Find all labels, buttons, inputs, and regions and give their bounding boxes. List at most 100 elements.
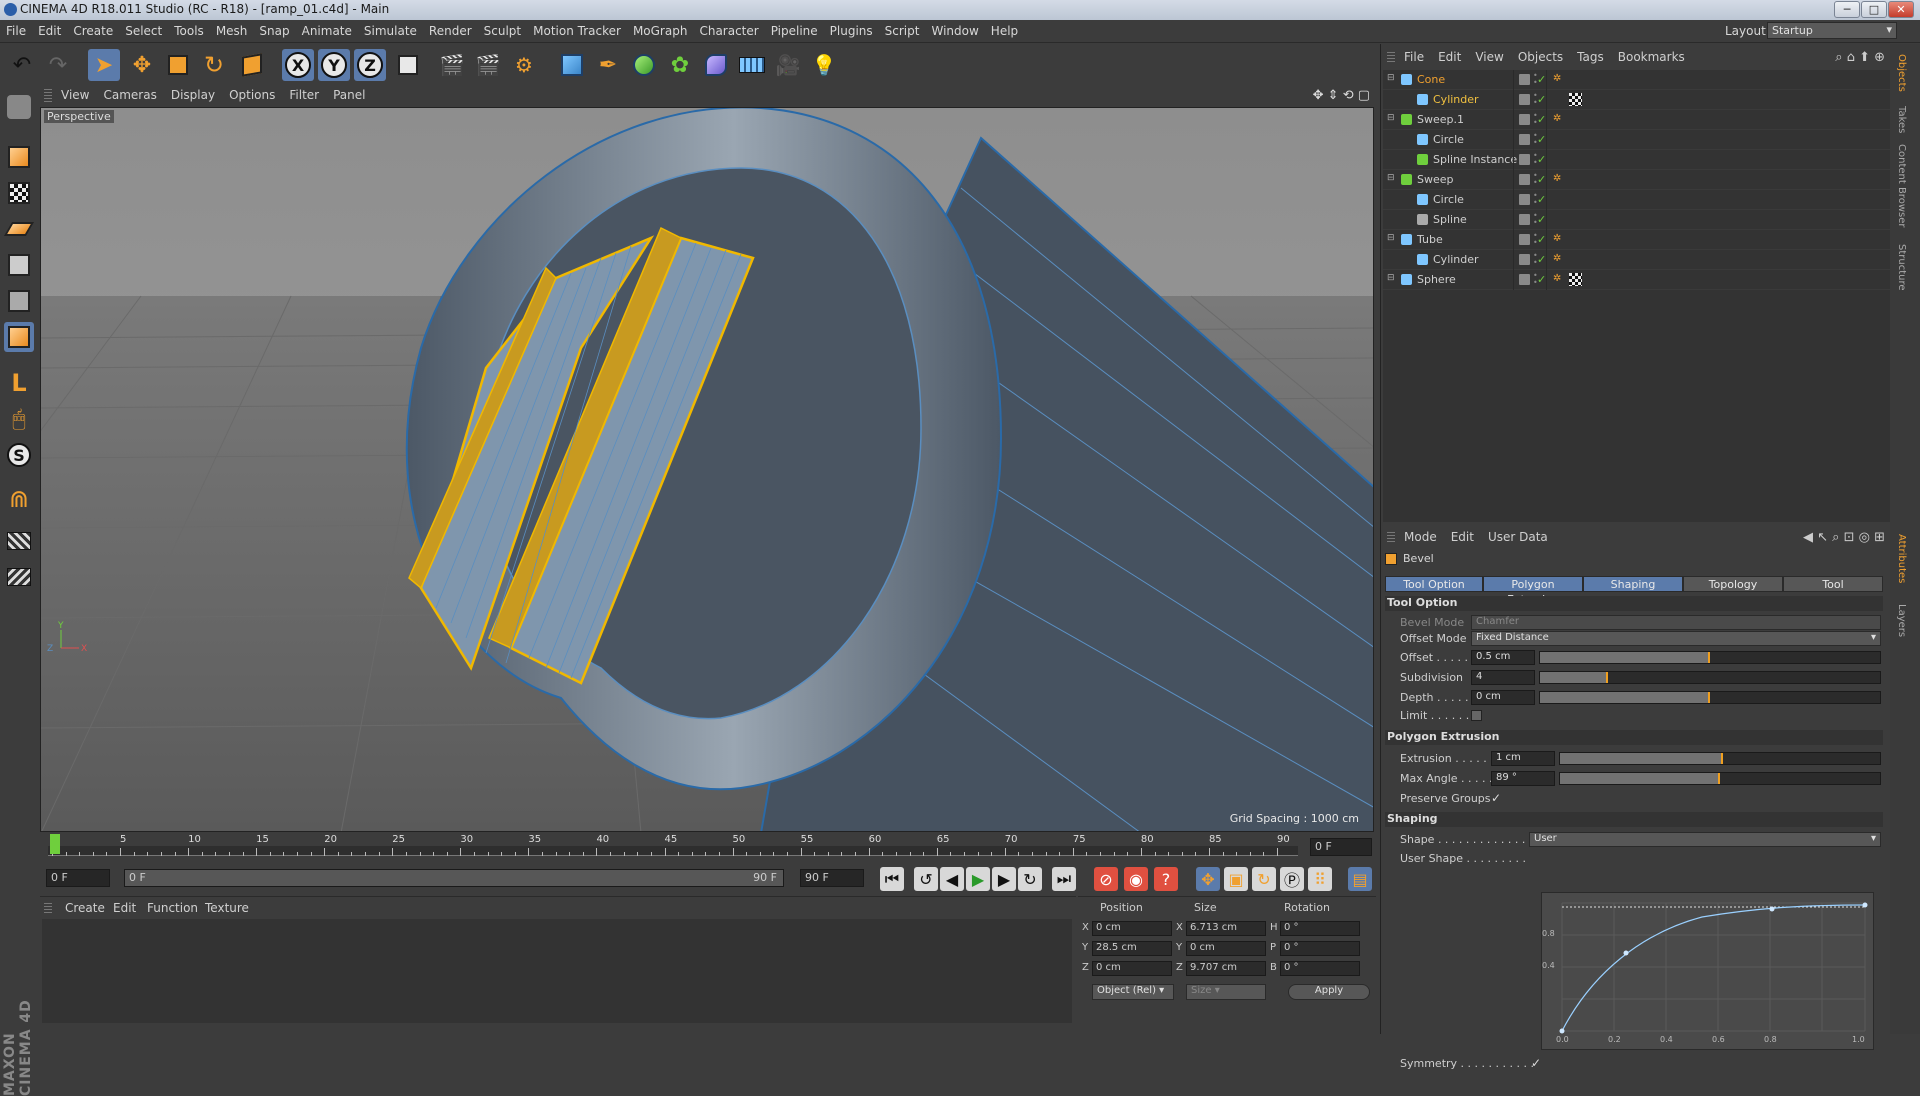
menu-pipeline[interactable]: Pipeline bbox=[765, 20, 824, 38]
obj-menu-edit[interactable]: Edit bbox=[1431, 48, 1468, 66]
menu-create[interactable]: Create bbox=[67, 20, 119, 38]
tree-toggle-icon[interactable]: ⊟ bbox=[1387, 233, 1395, 243]
add-pen-button[interactable]: ✒ bbox=[592, 49, 624, 81]
object-row[interactable]: ⊟ Tube • • ✓ ✲ bbox=[1383, 230, 1891, 250]
z-axis-lock-button[interactable]: Z bbox=[354, 49, 386, 81]
close-button[interactable]: ✕ bbox=[1888, 1, 1914, 18]
menu-help[interactable]: Help bbox=[985, 20, 1024, 38]
symmetry-checkbox[interactable]: ✓ bbox=[1531, 1056, 1541, 1070]
tab-shaping[interactable]: Shaping bbox=[1583, 576, 1683, 592]
frame-range-slider[interactable]: 0 F 90 F bbox=[124, 869, 784, 887]
phong-tag-icon[interactable]: ✲ bbox=[1553, 233, 1566, 246]
object-row[interactable]: ⊟ Sweep.1 • • ✓ ✲ bbox=[1383, 110, 1891, 130]
obj-menu-view[interactable]: View bbox=[1468, 48, 1510, 66]
enabled-check-icon[interactable]: ✓ bbox=[1537, 273, 1546, 286]
object-name[interactable]: Cylinder bbox=[1433, 253, 1479, 266]
tab-polygon-extrusion[interactable]: Polygon Extrusion bbox=[1483, 576, 1583, 606]
axis-mode-button[interactable]: L bbox=[4, 368, 34, 398]
object-name[interactable]: Cone bbox=[1417, 73, 1445, 86]
menu-simulate[interactable]: Simulate bbox=[358, 20, 423, 38]
object-name[interactable]: Circle bbox=[1433, 193, 1464, 206]
menu-file[interactable]: File bbox=[0, 20, 32, 38]
rot-b-field[interactable]: 0 ° bbox=[1280, 961, 1360, 976]
minimize-button[interactable]: ─ bbox=[1834, 1, 1860, 18]
apply-button[interactable]: Apply bbox=[1288, 984, 1370, 1000]
attr-menu-mode[interactable]: Mode bbox=[1397, 528, 1444, 546]
menu-mesh[interactable]: Mesh bbox=[210, 20, 254, 38]
enabled-check-icon[interactable]: ✓ bbox=[1537, 233, 1546, 246]
offset-slider[interactable] bbox=[1539, 651, 1881, 664]
render-view-button[interactable]: 🎬 bbox=[436, 49, 468, 81]
goto-end-button[interactable]: ⏭ bbox=[1052, 867, 1076, 891]
tab-tool[interactable]: Tool bbox=[1783, 576, 1883, 592]
key-scale-button[interactable]: ▣ bbox=[1224, 867, 1248, 891]
end-frame-field[interactable]: 90 F bbox=[800, 869, 864, 887]
size-mode-select[interactable]: Size ▾ bbox=[1186, 984, 1266, 1000]
side-tab-takes[interactable]: Takes bbox=[1896, 106, 1907, 133]
menu-script[interactable]: Script bbox=[879, 20, 926, 38]
maximize-button[interactable]: □ bbox=[1861, 1, 1887, 18]
make-editable-button[interactable] bbox=[4, 92, 34, 122]
menu-select[interactable]: Select bbox=[119, 20, 168, 38]
coordinate-system-button[interactable] bbox=[392, 49, 424, 81]
pos-y-field[interactable]: 28.5 cm bbox=[1092, 941, 1172, 956]
live-selection-button[interactable]: ➤ bbox=[88, 49, 120, 81]
layer-icon[interactable] bbox=[1519, 94, 1530, 105]
scale-tool-button[interactable] bbox=[162, 49, 194, 81]
object-row[interactable]: Spline Instance • • ✓ bbox=[1383, 150, 1891, 170]
depth-input[interactable]: 0 cm bbox=[1471, 690, 1535, 705]
object-name[interactable]: Sphere bbox=[1417, 273, 1456, 286]
points-mode-button[interactable] bbox=[4, 250, 34, 280]
next-key-button[interactable]: ↻ bbox=[1018, 867, 1042, 891]
add-cube-button[interactable] bbox=[556, 49, 588, 81]
side-tab-layers[interactable]: Layers bbox=[1896, 604, 1907, 637]
viewport-menu-cameras[interactable]: Cameras bbox=[96, 86, 163, 104]
add-light-button[interactable]: 💡 bbox=[808, 49, 840, 81]
menu-tools[interactable]: Tools bbox=[168, 20, 210, 38]
model-mode-button[interactable] bbox=[4, 142, 34, 172]
recent-tool-button[interactable] bbox=[236, 49, 268, 81]
enabled-check-icon[interactable]: ✓ bbox=[1537, 193, 1546, 206]
play-button[interactable]: ▶ bbox=[966, 867, 990, 891]
timeline-ruler[interactable]: 051015202530354045505560657075808590 0 F bbox=[40, 834, 1376, 860]
snap-button[interactable]: ⋒ bbox=[4, 484, 34, 514]
viewport-menu-panel[interactable]: Panel bbox=[326, 86, 372, 104]
phong-tag-icon[interactable]: ✲ bbox=[1553, 73, 1566, 86]
menu-mograph[interactable]: MoGraph bbox=[627, 20, 694, 38]
tab-tool-option[interactable]: Tool Option bbox=[1385, 576, 1483, 592]
extrusion-input[interactable]: 1 cm bbox=[1491, 751, 1555, 766]
material-menu-edit[interactable]: Edit bbox=[106, 899, 143, 917]
autokey-button[interactable]: ◉ bbox=[1124, 867, 1148, 891]
size-x-field[interactable]: 6.713 cm bbox=[1186, 921, 1266, 936]
planar-workplane-button[interactable] bbox=[4, 562, 34, 592]
extrusion-slider[interactable] bbox=[1559, 752, 1881, 765]
side-tab-content-browser[interactable]: Content Browser bbox=[1896, 144, 1907, 227]
playhead[interactable] bbox=[50, 834, 60, 854]
menu-render[interactable]: Render bbox=[423, 20, 478, 38]
key-pla-button[interactable]: ⠿ bbox=[1308, 867, 1332, 891]
texture-tag-icon[interactable] bbox=[1569, 93, 1582, 106]
max-angle-slider[interactable] bbox=[1559, 772, 1881, 785]
bevel-mode-select[interactable]: Chamfer bbox=[1471, 615, 1881, 630]
goto-start-button[interactable]: ⏮ bbox=[880, 867, 904, 891]
rot-h-field[interactable]: 0 ° bbox=[1280, 921, 1360, 936]
start-frame-field[interactable]: 0 F bbox=[46, 869, 110, 887]
preserve-groups-checkbox[interactable]: ✓ bbox=[1491, 791, 1501, 805]
subdivision-input[interactable]: 4 bbox=[1471, 670, 1535, 685]
size-y-field[interactable]: 0 cm bbox=[1186, 941, 1266, 956]
obj-menu-bookmarks[interactable]: Bookmarks bbox=[1611, 48, 1692, 66]
subdivision-slider[interactable] bbox=[1539, 671, 1881, 684]
menu-snap[interactable]: Snap bbox=[253, 20, 295, 38]
next-frame-button[interactable]: ▶ bbox=[992, 867, 1016, 891]
key-rotation-button[interactable]: ↻ bbox=[1252, 867, 1276, 891]
side-tab-objects[interactable]: Objects bbox=[1896, 54, 1907, 92]
layer-icon[interactable] bbox=[1519, 274, 1530, 285]
object-row[interactable]: Spline • • ✓ bbox=[1383, 210, 1891, 230]
offset-input[interactable]: 0.5 cm bbox=[1471, 650, 1535, 665]
obj-menu-file[interactable]: File bbox=[1397, 48, 1431, 66]
layer-icon[interactable] bbox=[1519, 194, 1530, 205]
viewport-navigation-icons[interactable]: ✥ ⇕ ⟲ ▢ bbox=[1313, 88, 1370, 103]
enabled-check-icon[interactable]: ✓ bbox=[1537, 153, 1546, 166]
add-cloner-button[interactable]: ✿ bbox=[664, 49, 696, 81]
viewport-menu-view[interactable]: View bbox=[54, 86, 96, 104]
